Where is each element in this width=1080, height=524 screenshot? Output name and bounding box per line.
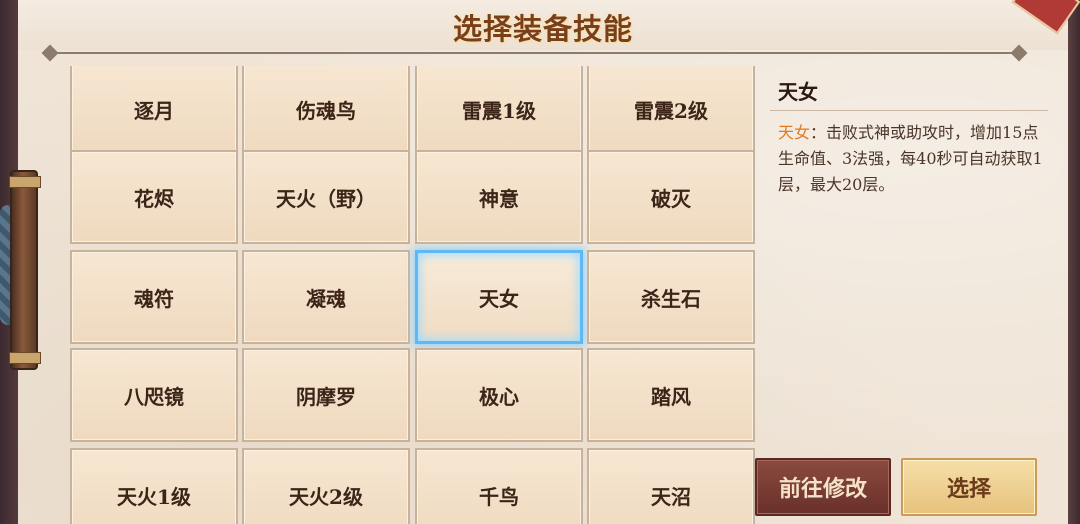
select-button[interactable]: 选择 xyxy=(901,458,1037,516)
skill-cell[interactable]: 天沼 xyxy=(587,448,755,524)
skill-cell-selected[interactable]: 天女 xyxy=(415,250,583,344)
skill-detail-name: 天女 xyxy=(778,80,818,104)
skill-grid: 逐月 伤魂鸟 雷震1级 雷震2级花烬 天火（野） 神意 破灭魂符 凝魂 天女 杀生石八咫镜 阴摩罗极… xyxy=(70,66,758,524)
skill-cell[interactable]: 八咫镜 xyxy=(70,348,238,442)
panel-header: 选择装备技能 xyxy=(18,0,1068,50)
skill-cell[interactable]: 踏风 xyxy=(587,348,755,442)
skill-cell[interactable]: 花烬 xyxy=(70,150,238,244)
skill-cell[interactable]: 千鸟 xyxy=(415,448,583,524)
skill-detail-panel: 天女 天女：击败式神或助攻时，增加15点生命值、3法强，每40秒可自动获取1层，… xyxy=(760,62,1050,524)
header-divider xyxy=(48,52,1018,54)
skill-cell[interactable]: 雷震2级 xyxy=(587,66,755,156)
skill-cell[interactable]: 阴摩罗 xyxy=(242,348,410,442)
skill-cell[interactable]: 魂符 xyxy=(70,250,238,344)
scroll-rod-decoration-icon xyxy=(9,170,41,370)
skill-cell[interactable]: 杀生石 xyxy=(587,250,755,344)
skill-cell[interactable]: 伤魂鸟 xyxy=(242,66,410,156)
skill-cell[interactable]: 逐月 xyxy=(70,66,238,156)
page-title: 选择装备技能 xyxy=(452,12,633,46)
skill-cell[interactable]: 破灭 xyxy=(587,150,755,244)
skill-detail-highlight-name: 天女 xyxy=(778,123,811,142)
skill-select-panel: 选择装备技能 逐月 伤魂鸟 雷震1级 雷震2级 花烬 天火（野） 神意 破灭 魂符 凝魂 天女 杀生石… xyxy=(18,0,1080,524)
skill-cell[interactable]: 神意 xyxy=(415,150,583,244)
skill-cell[interactable]: 凝魂 xyxy=(242,250,410,344)
skill-cell[interactable]: 极心 xyxy=(415,348,583,442)
skill-cell[interactable]: 天火2级 xyxy=(242,448,410,524)
skill-detail-description: 天女：击败式神或助攻时，增加15点生命值、3法强，每40秒可自动获取1层，最大2… xyxy=(778,120,1046,198)
go-modify-button[interactable]: 前往修改 xyxy=(755,458,891,516)
detail-divider xyxy=(770,110,1048,111)
skill-detail-text: ：击败式神或助攻时，增加15点生命值、3法强，每40秒可自动获取1层，最大20层… xyxy=(778,123,1043,194)
skill-cell[interactable]: 天火1级 xyxy=(70,448,238,524)
skill-cell[interactable]: 天火（野） xyxy=(242,150,410,244)
skill-cell[interactable]: 雷震1级 xyxy=(415,66,583,156)
